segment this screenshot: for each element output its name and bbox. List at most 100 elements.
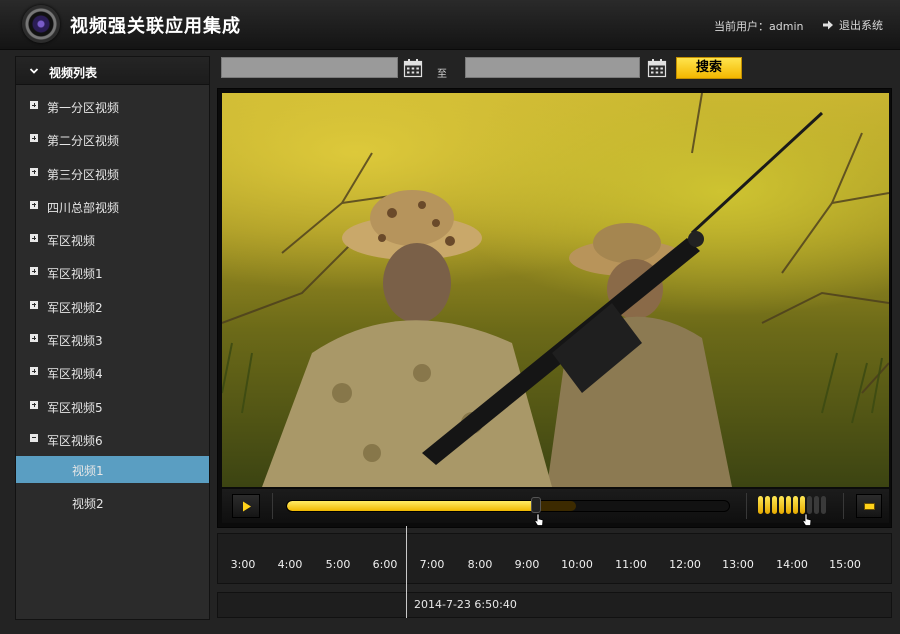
play-icon — [243, 501, 251, 512]
volume-step[interactable] — [765, 496, 770, 514]
timeline-tick-label: 6:00 — [372, 558, 398, 571]
timeline-tick-label: 11:00 — [615, 558, 647, 571]
sidebar-item[interactable]: 军区视频4 — [16, 356, 209, 389]
top-bar: 视频强关联应用集成 当前用户：admin 退出系统 — [0, 0, 900, 50]
expand-icon[interactable] — [30, 267, 38, 276]
end-date-input[interactable] — [465, 57, 640, 78]
play-button[interactable] — [232, 494, 260, 518]
logout-label: 退出系统 — [839, 19, 883, 32]
volume-step[interactable] — [779, 496, 784, 514]
timeline-tick-label: 3:00 — [230, 558, 256, 571]
sidebar-item-label: 军区视频6 — [47, 433, 103, 448]
expand-icon[interactable] — [30, 134, 38, 143]
expand-icon[interactable] — [30, 200, 38, 209]
expand-icon[interactable] — [30, 334, 38, 343]
video-frame[interactable] — [222, 93, 889, 487]
volume-step[interactable] — [786, 496, 791, 514]
sidebar-item-label: 军区视频3 — [47, 334, 103, 349]
search-bar: 至 搜索 — [221, 57, 900, 80]
sidebar-item[interactable]: 第二分区视频 — [16, 123, 209, 156]
timeline[interactable]: 3:00 4:00 5:00 6:00 7:00 8:00 9:00 10:00 11:00 12… — [217, 533, 892, 584]
timeline-tick-label: 15:00 — [829, 558, 861, 571]
expand-icon[interactable] — [30, 234, 38, 243]
camera-lens-logo-icon — [22, 5, 60, 43]
sidebar-item[interactable]: 军区视频2 — [16, 290, 209, 323]
chevron-down-icon — [29, 68, 39, 74]
current-timestamp: 2014-7-23 6:50:40 — [414, 598, 517, 611]
hand-cursor-icon — [534, 513, 544, 526]
sidebar-item-label: 军区视频 — [47, 234, 96, 249]
expand-icon[interactable] — [30, 300, 38, 309]
sidebar-item[interactable]: 第三分区视频 — [16, 157, 209, 190]
date-range-separator: 至 — [437, 69, 447, 80]
sidebar-item-label: 四川总部视频 — [47, 200, 120, 215]
start-date-input[interactable] — [221, 57, 398, 78]
expand-icon[interactable] — [30, 367, 38, 376]
volume-step[interactable] — [758, 496, 763, 514]
time-marker[interactable] — [406, 526, 407, 618]
sidebar-item-label: 军区视频4 — [47, 367, 103, 382]
sidebar-item-label: 军区视频5 — [47, 400, 103, 415]
sidebar-item[interactable]: 军区视频 — [16, 223, 209, 256]
current-user-label: 当前用户：admin — [714, 20, 804, 33]
sidebar-item[interactable]: 军区视频5 — [16, 390, 209, 423]
timeline-tick-label: 9:00 — [514, 558, 540, 571]
timeline-tick-label: 5:00 — [325, 558, 351, 571]
video-player — [217, 88, 892, 528]
progress-bar[interactable] — [286, 500, 730, 512]
sidebar-item-label: 第一分区视频 — [47, 101, 120, 115]
divider — [843, 493, 844, 519]
timestamp-bar — [217, 592, 892, 618]
search-button[interactable]: 搜索 — [676, 57, 742, 79]
timeline-tick-label: 12:00 — [669, 558, 701, 571]
sidebar-child-label: 视频2 — [72, 497, 104, 512]
sidebar-tree: 第一分区视频 第二分区视频 第三分区视频 四川总部视频 军区视频军区视频1 军区视频2 军区… — [16, 85, 209, 516]
divider — [272, 493, 273, 519]
expand-icon[interactable] — [30, 400, 38, 409]
sidebar-child-item[interactable]: 视频1 — [16, 456, 209, 484]
sidebar-item[interactable]: 军区视频1 — [16, 256, 209, 289]
divider — [746, 493, 747, 519]
volume-step[interactable] — [814, 496, 819, 514]
sidebar-item[interactable]: 第一分区视频 — [16, 90, 209, 123]
sidebar-item-label: 第二分区视频 — [47, 134, 120, 149]
volume-step[interactable] — [772, 496, 777, 514]
sidebar-item-label: 军区视频2 — [47, 300, 103, 315]
volume-step[interactable] — [800, 496, 805, 514]
sidebar-item[interactable]: 军区视频3 — [16, 323, 209, 356]
progress-fill — [287, 501, 536, 511]
timeline-tick-label: 4:00 — [277, 558, 303, 571]
sidebar-header[interactable]: 视频列表 — [16, 57, 209, 85]
sidebar: 视频列表 第一分区视频 第二分区视频 第三分区视频 四川总部视频 军区视频军区视频1 军区… — [15, 56, 210, 620]
expand-icon[interactable] — [30, 167, 38, 176]
sidebar-item-label: 军区视频1 — [47, 267, 103, 282]
sidebar-item[interactable]: 军区视频6 — [16, 423, 209, 456]
volume-step[interactable] — [793, 496, 798, 514]
sidebar-child-item[interactable]: 视频2 — [16, 489, 209, 516]
timeline-tick-label: 13:00 — [722, 558, 754, 571]
fullscreen-icon — [864, 503, 875, 510]
sidebar-item[interactable]: 四川总部视频 — [16, 190, 209, 223]
logout-button[interactable]: 退出系统 — [822, 16, 883, 34]
video-scene — [222, 93, 889, 487]
calendar-icon[interactable] — [403, 58, 423, 78]
calendar-icon[interactable] — [647, 58, 667, 78]
hand-cursor-icon — [802, 513, 812, 526]
timeline-tick-label: 14:00 — [776, 558, 808, 571]
timeline-tick-label: 8:00 — [467, 558, 493, 571]
timeline-tick-label: 7:00 — [419, 558, 445, 571]
progress-thumb[interactable] — [530, 497, 541, 513]
sidebar-child-label: 视频1 — [72, 464, 104, 479]
collapse-icon[interactable] — [30, 433, 38, 442]
player-controls — [222, 489, 889, 523]
app-title: 视频强关联应用集成 — [70, 16, 241, 37]
volume-step[interactable] — [807, 496, 812, 514]
expand-icon[interactable] — [30, 101, 38, 109]
fullscreen-button[interactable] — [856, 494, 882, 518]
app-window: 视频强关联应用集成 当前用户：admin 退出系统 视频列表 第一分区视频 第二分… — [0, 0, 900, 634]
timeline-tick-label: 10:00 — [561, 558, 593, 571]
volume-meter[interactable] — [758, 496, 826, 516]
sidebar-item-label: 第三分区视频 — [47, 167, 120, 182]
sidebar-title: 视频列表 — [49, 66, 98, 80]
volume-step[interactable] — [821, 496, 826, 514]
